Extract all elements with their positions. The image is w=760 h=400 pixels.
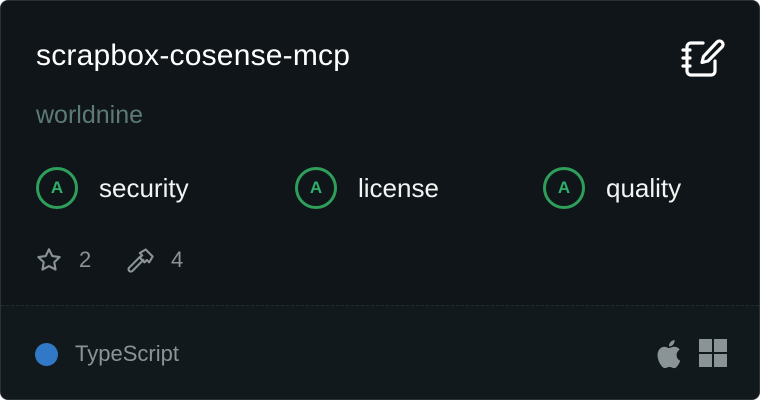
apple-icon: [657, 340, 681, 369]
card-footer: TypeScript: [1, 305, 759, 399]
grade-quality: A quality: [543, 165, 681, 211]
star-icon: [37, 248, 61, 271]
grade-badge: A: [295, 167, 337, 209]
notebook-pen-icon: [681, 39, 725, 77]
grade-badge: A: [543, 167, 585, 209]
language-label: TypeScript: [75, 341, 179, 366]
grade-label: security: [99, 172, 189, 203]
grade-badge: A: [36, 167, 78, 209]
stars-count: 2: [79, 247, 92, 272]
tools-stat: 4: [127, 244, 183, 276]
owner-name[interactable]: worldnine: [36, 101, 143, 130]
grade-license: A license: [295, 165, 439, 211]
stars-stat: 2: [35, 244, 91, 276]
grade-security: A security: [36, 165, 189, 211]
windows-icon: [699, 339, 727, 367]
language-color-dot: [35, 343, 58, 366]
grade-label: quality: [606, 172, 682, 203]
card-title[interactable]: scrapbox-cosense-mcp: [36, 39, 350, 73]
grade-label: license: [358, 172, 439, 203]
hammer-icon: [127, 248, 154, 273]
server-card[interactable]: scrapbox-cosense-mcp worldnine A securit…: [0, 0, 760, 400]
tools-count: 4: [171, 247, 184, 272]
